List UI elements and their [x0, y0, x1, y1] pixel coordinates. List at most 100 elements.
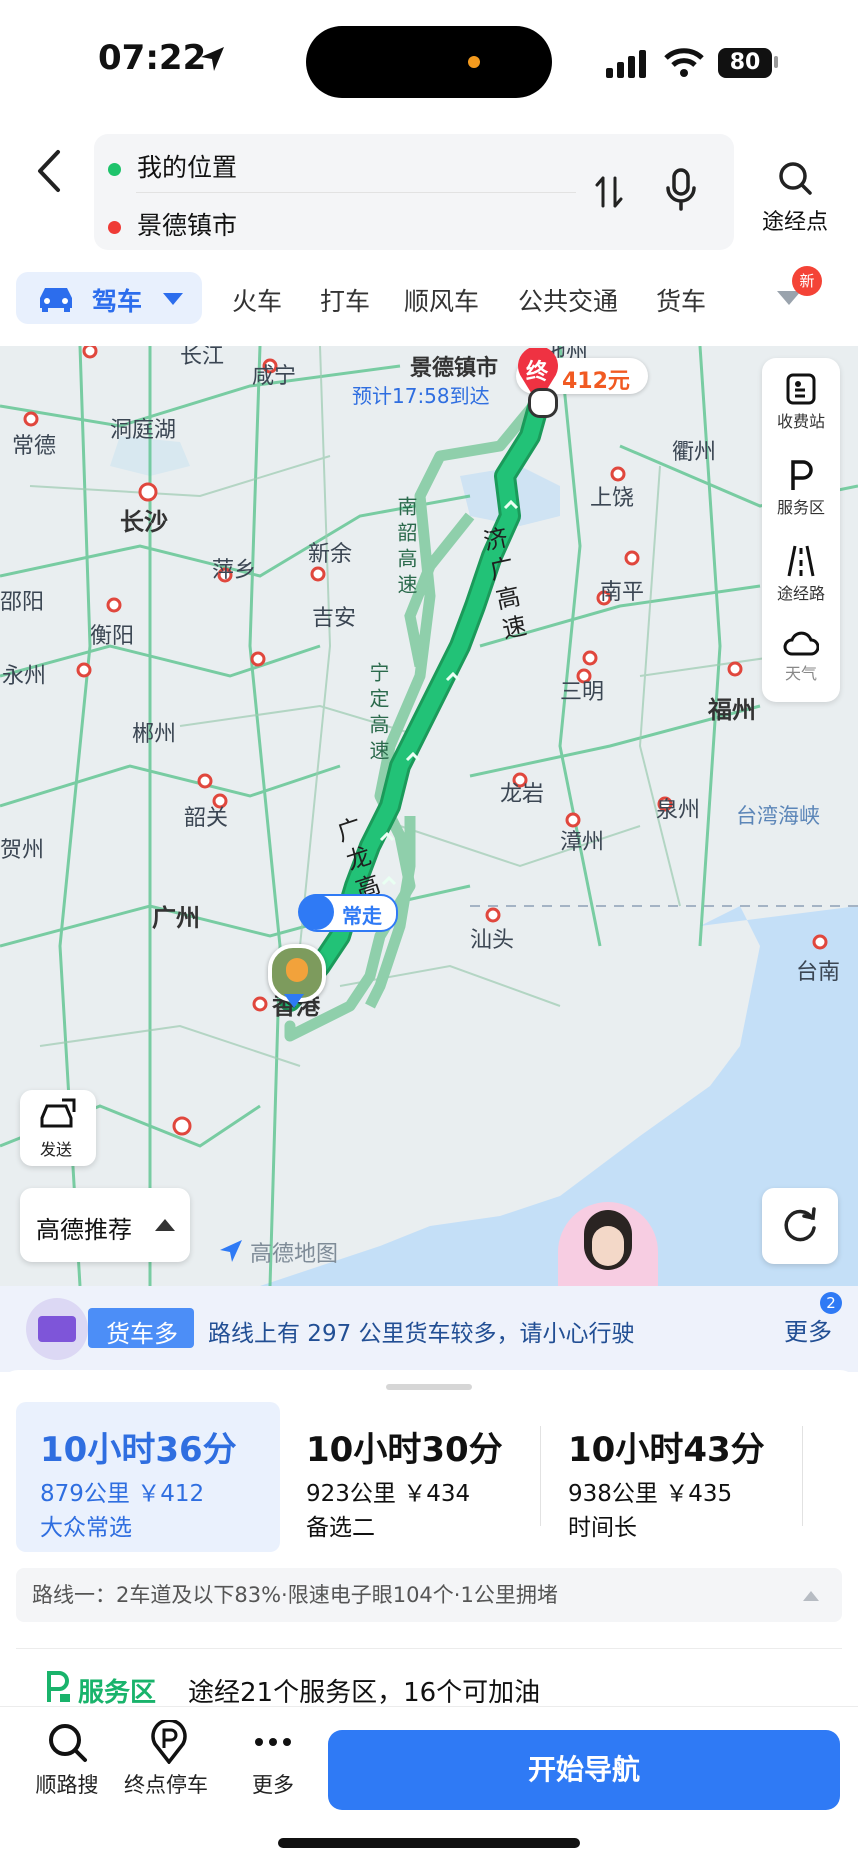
- service-area-tool[interactable]: 服务区: [762, 458, 840, 518]
- map-label: 台南: [796, 960, 841, 985]
- route-detail: 923公里 ￥434: [306, 1481, 471, 1507]
- map-label: 萍乡: [212, 558, 257, 583]
- car-send-icon: [40, 1098, 76, 1128]
- tab-drive[interactable]: 驾车: [16, 272, 202, 324]
- map-label: 贺州: [0, 838, 45, 863]
- more-label: 更多: [252, 1773, 294, 1797]
- origin-field[interactable]: 我的位置: [108, 148, 237, 184]
- waypoint-button[interactable]: 途经点: [752, 158, 838, 236]
- service-area-tag: 服务区: [78, 1678, 157, 1708]
- route-summary-text: 路线一：2车道及以下83%·限速电子眼104个·1公里拥堵: [32, 1583, 558, 1607]
- sheet-handle[interactable]: [386, 1384, 472, 1390]
- search-icon: [779, 162, 812, 195]
- toll-amount: 412元: [562, 369, 630, 394]
- road-icon: [787, 545, 815, 577]
- toll-station-label: 收费站: [776, 412, 825, 431]
- map-label: 常德: [12, 434, 57, 459]
- map-view[interactable]: 武汉 荆州 长江 咸宁 洞庭湖 常德 长沙 萍乡 新余 吉安 衡阳 郴州 永州 …: [0, 346, 858, 1286]
- route-badge-icon: [298, 894, 334, 930]
- map-label: 漳州: [560, 830, 605, 855]
- route-time: 10小时30分: [306, 1430, 503, 1470]
- destination-point: [528, 388, 558, 418]
- refresh-button[interactable]: [762, 1188, 838, 1264]
- route-summary-bar[interactable]: 路线一：2车道及以下83%·限速电子眼104个·1公里拥堵: [16, 1568, 842, 1622]
- car-icon: [40, 288, 72, 312]
- destination-dot-icon: [108, 220, 121, 234]
- tab-train[interactable]: 火车: [232, 282, 282, 318]
- swap-icon[interactable]: [594, 174, 624, 210]
- route-option-1[interactable]: 10小时36分 879公里 ￥412 大众常选: [16, 1402, 280, 1552]
- route-divider: [802, 1426, 803, 1526]
- destination-map-label: 景德镇市: [410, 356, 499, 381]
- tab-public-transit[interactable]: 公共交通: [518, 282, 618, 318]
- truck-notice-tag-text: 货车多: [106, 1320, 178, 1348]
- microphone-icon[interactable]: [664, 168, 698, 212]
- map-label: 长沙: [120, 508, 168, 536]
- destination-field[interactable]: 景德镇市: [108, 206, 237, 242]
- weather-tool[interactable]: 天气: [762, 628, 840, 684]
- map-label: 咸宁: [252, 364, 297, 389]
- truck-notice-tag: 货车多: [88, 1308, 194, 1348]
- amap-logo-icon: [220, 1240, 242, 1262]
- truck-notice-count-badge: 2: [820, 1292, 842, 1314]
- service-area-text: 途经21个服务区，16个可加油: [188, 1678, 541, 1708]
- map-canvas: [0, 346, 858, 1286]
- map-label: 南平: [600, 580, 645, 605]
- chevron-up-icon: [803, 1591, 819, 1601]
- send-to-car-button[interactable]: 发送: [20, 1090, 96, 1166]
- status-time: 07:22: [98, 38, 207, 78]
- toll-station-tool[interactable]: 收费站: [762, 372, 840, 432]
- route-option-3[interactable]: 10小时43分 938公里 ￥435 时间长: [544, 1402, 800, 1552]
- map-label: 吉安: [312, 606, 357, 631]
- destination-parking-button[interactable]: 终点停车: [124, 1718, 212, 1799]
- route-road-tool[interactable]: 途经路: [762, 544, 840, 604]
- map-label: 广州: [152, 904, 200, 932]
- map-label: 永州: [2, 664, 47, 689]
- truck-notice-more[interactable]: 更多: [784, 1312, 832, 1347]
- search-along-label: 顺路搜: [35, 1773, 99, 1797]
- destination-parking-label: 终点停车: [124, 1773, 208, 1797]
- send-label: 发送: [40, 1140, 73, 1159]
- route-option-2[interactable]: 10小时30分 923公里 ￥434 备选二: [282, 1402, 538, 1552]
- end-marker-text: 终: [526, 360, 549, 385]
- route-search-box[interactable]: 我的位置 景德镇市: [94, 134, 734, 250]
- tab-taxi[interactable]: 打车: [320, 282, 370, 318]
- route-label: 时间长: [568, 1515, 637, 1541]
- map-label: 洞庭湖: [110, 418, 177, 443]
- bottom-action-bar: 顺路搜 终点停车 更多 开始导航: [0, 1706, 858, 1816]
- tab-carpool[interactable]: 顺风车: [404, 282, 479, 318]
- cloud-icon: [783, 631, 819, 656]
- map-label: 郴州: [132, 722, 177, 747]
- more-button[interactable]: 更多: [230, 1720, 316, 1799]
- road-label-alt1: 南韶高速: [394, 496, 418, 600]
- map-label: 衢州: [672, 440, 717, 465]
- weather-label: 天气: [784, 664, 817, 683]
- map-label: 泉州: [656, 798, 701, 823]
- chevron-down-icon: [163, 293, 183, 305]
- start-navigation-button[interactable]: 开始导航: [328, 1730, 840, 1810]
- map-label: 邵阳: [0, 590, 45, 615]
- chevron-up-icon: [155, 1219, 175, 1231]
- map-label: 上饶: [590, 486, 635, 511]
- origin-pointer-icon: [284, 994, 304, 1008]
- waypoint-label: 途经点: [761, 210, 828, 235]
- back-icon[interactable]: [30, 146, 70, 196]
- tab-truck[interactable]: 货车: [656, 282, 706, 318]
- home-indicator: [278, 1838, 580, 1848]
- map-label: 三明: [560, 680, 605, 705]
- search-along-button[interactable]: 顺路搜: [24, 1720, 110, 1799]
- route-preference-dropdown[interactable]: 高德推荐: [20, 1188, 190, 1262]
- service-area-icon: [47, 1671, 70, 1702]
- location-arrow-icon: [201, 47, 224, 71]
- eta-label: 预计17:58到达: [352, 384, 490, 408]
- map-label: 新余: [308, 542, 353, 567]
- route-label: 备选二: [306, 1515, 375, 1541]
- map-label: 长江: [180, 346, 225, 369]
- travel-mode-tabs: 驾车 火车 打车 顺风车 公共交通 货车: [0, 270, 858, 326]
- search-icon: [49, 1724, 87, 1762]
- frequent-label: 常走: [342, 904, 382, 928]
- origin-dot-icon: [108, 162, 121, 176]
- new-badge: 新: [792, 266, 822, 296]
- truck-notice-icon: [26, 1298, 88, 1360]
- truck-notice-banner[interactable]: 货车多 路线上有 297 公里货车较多，请小心行驶 更多 2: [0, 1286, 858, 1372]
